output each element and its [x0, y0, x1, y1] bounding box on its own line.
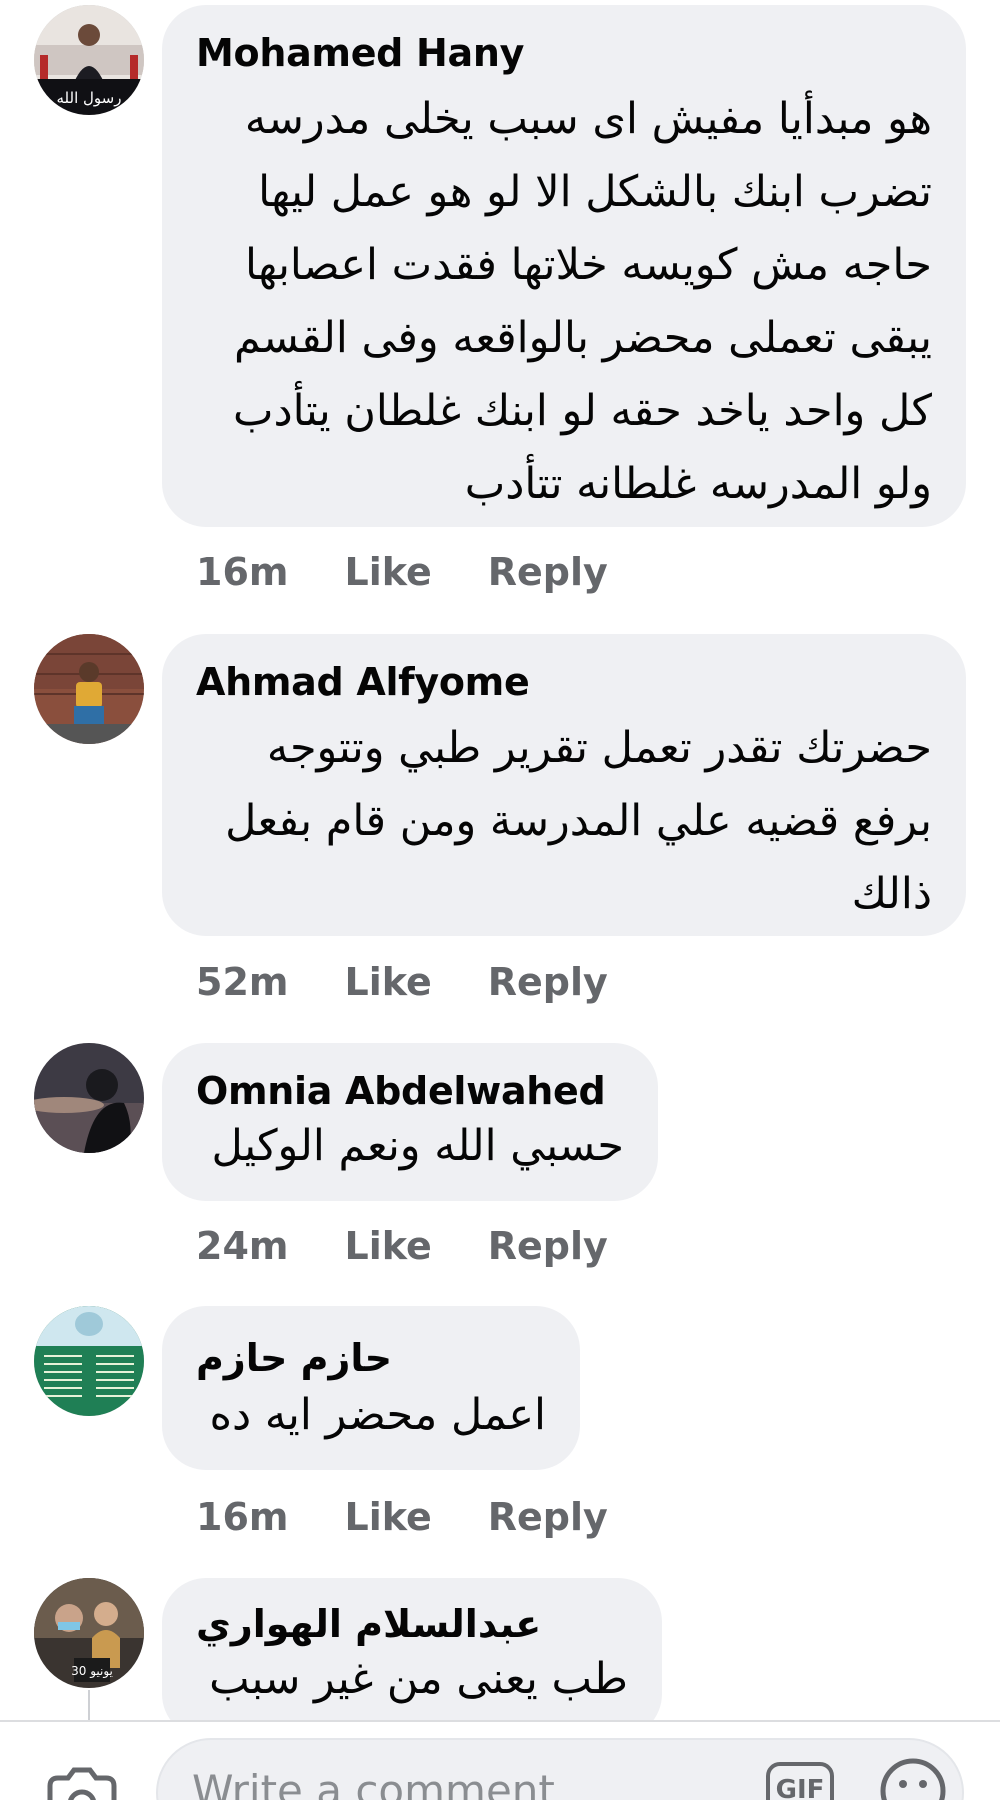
comment-actions: 52m Like Reply	[196, 960, 608, 1004]
comment-bubble[interactable]: Omnia Abdelwahed حسبي الله ونعم الوكيل	[162, 1043, 658, 1201]
comment-bubble[interactable]: Ahmad Alfyome حضرتك تقدر تعمل تقرير طبي …	[162, 634, 966, 936]
comment-input[interactable]: Write a comment GIF	[156, 1738, 964, 1800]
comment-author[interactable]: عبدالسلام الهواري	[196, 1600, 628, 1648]
comment-line: طب يعنى من غير سبب	[209, 1654, 628, 1704]
comment-line: حاجه مش كويسه خلاتها فقدت اعصابها	[245, 240, 932, 290]
avatar-image	[34, 1306, 144, 1416]
comment-author[interactable]: حازم حازم	[196, 1334, 546, 1382]
camera-icon[interactable]	[40, 1766, 124, 1800]
comment-author[interactable]: Ahmad Alfyome	[196, 658, 932, 706]
comment-author[interactable]: Mohamed Hany	[196, 29, 932, 77]
avatar-image: 30 يونيو	[34, 1578, 144, 1688]
reply-button[interactable]: Reply	[488, 550, 608, 594]
gif-icon[interactable]: GIF	[766, 1762, 834, 1800]
avatar[interactable]	[34, 1306, 144, 1416]
comment-timestamp[interactable]: 16m	[196, 1495, 288, 1539]
avatar[interactable]	[34, 634, 144, 744]
avatar-overlay-text: 30 يونيو	[71, 1664, 113, 1679]
comment-text: هو مبدأيا مفيش اى سبب يخلى مدرسه تضرب اب…	[196, 83, 932, 521]
like-button[interactable]: Like	[344, 550, 431, 594]
comment-bubble[interactable]: Mohamed Hany هو مبدأيا مفيش اى سبب يخلى …	[162, 5, 966, 527]
comment-text: اعمل محضر ايه ده	[196, 1384, 546, 1446]
comment-line: كل واحد ياخد حقه لو ابنك غلطان يتأدب	[233, 386, 932, 436]
comment-line: هو مبدأيا مفيش اى سبب يخلى مدرسه	[244, 94, 932, 144]
comment-line: يبقى تعملى محضر بالواقعه وفى القسم	[234, 313, 932, 363]
avatar-image: رسول الله	[34, 5, 144, 115]
reply-button[interactable]: Reply	[488, 1495, 608, 1539]
comment-text: حضرتك تقدر تعمل تقرير طبي وتتوجه برفع قض…	[196, 712, 932, 931]
avatar-overlay-text: رسول الله	[57, 89, 122, 107]
comment-actions: 24m Like Reply	[196, 1224, 608, 1268]
like-button[interactable]: Like	[344, 1495, 431, 1539]
comment-bubble[interactable]: عبدالسلام الهواري طب يعنى من غير سبب	[162, 1578, 662, 1738]
comment-actions: 16m Like Reply	[196, 1495, 608, 1539]
avatar[interactable]: 30 يونيو	[34, 1578, 144, 1688]
comment-timestamp[interactable]: 24m	[196, 1224, 288, 1268]
comment-composer: Write a comment GIF	[0, 1720, 1000, 1800]
comment-actions: 16m Like Reply	[196, 550, 608, 594]
avatar-image	[34, 1043, 144, 1153]
avatar[interactable]: رسول الله	[34, 5, 144, 115]
comment-line: حضرتك تقدر تعمل تقرير طبي وتتوجه	[266, 723, 932, 773]
emoji-icon[interactable]	[878, 1756, 948, 1800]
like-button[interactable]: Like	[344, 1224, 431, 1268]
avatar[interactable]	[34, 1043, 144, 1153]
comment-input-placeholder: Write a comment	[192, 1766, 555, 1800]
comment-line: اعمل محضر ايه ده	[209, 1390, 546, 1440]
comment-timestamp[interactable]: 52m	[196, 960, 288, 1004]
reply-button[interactable]: Reply	[488, 960, 608, 1004]
comment-line: برفع قضيه علي المدرسة ومن قام بفعل	[225, 796, 932, 846]
reply-button[interactable]: Reply	[488, 1224, 608, 1268]
comment-author[interactable]: Omnia Abdelwahed	[196, 1067, 624, 1115]
comment-text: حسبي الله ونعم الوكيل	[196, 1115, 624, 1177]
comment-line: ولو المدرسه غلطانه تتأدب	[464, 459, 932, 509]
avatar-image	[34, 634, 144, 744]
comment-line: تضرب ابنك بالشكل الا لو هو عمل ليها	[258, 167, 932, 217]
comment-text: طب يعنى من غير سبب	[196, 1648, 628, 1710]
comment-line: ذالك	[851, 869, 932, 919]
comment-bubble[interactable]: حازم حازم اعمل محضر ايه ده	[162, 1306, 580, 1470]
comment-timestamp[interactable]: 16m	[196, 550, 288, 594]
like-button[interactable]: Like	[344, 960, 431, 1004]
comment-line: حسبي الله ونعم الوكيل	[211, 1121, 624, 1171]
thread-line	[88, 1690, 90, 1720]
